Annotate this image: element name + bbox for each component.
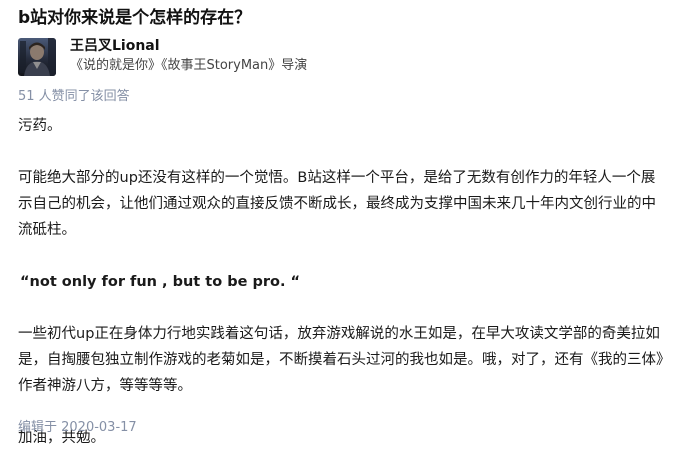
author-headline: 《说的就是你》《故事王StoryMan》导演 (70, 58, 308, 73)
answer-quote: “not only for fun , but to be pro. “ (20, 274, 301, 290)
author-info-row: 王吕叉Lional 《说的就是你》《故事王StoryMan》导演 (18, 38, 307, 76)
question-title[interactable]: b站对你来说是个怎样的存在？ (18, 6, 251, 30)
answer-paragraph: 一些初代up正在身体力行地实践着这句话，放弃游戏解说的水王如是，在早大攻读文学部… (18, 326, 664, 394)
answer-paragraph: 污药。 (18, 118, 62, 134)
avatar-image (18, 38, 56, 76)
edit-time[interactable]: 编辑于 2020-03-17 (18, 419, 137, 437)
answer-content: 污药。 可能绝大部分的up还没有这样的一个觉悟。B站这样一个平台，是给了无数有创… (18, 113, 668, 451)
author-avatar[interactable] (18, 38, 56, 76)
answer-paragraph: 可能绝大部分的up还没有这样的一个觉悟。B站这样一个平台，是给了无数有创作力的年… (18, 170, 656, 238)
author-name[interactable]: 王吕叉Lional (70, 37, 307, 55)
author-meta: 王吕叉Lional 《说的就是你》《故事王StoryMan》导演 (70, 37, 307, 75)
vote-count: 51 人赞同了该回答 (18, 89, 130, 104)
